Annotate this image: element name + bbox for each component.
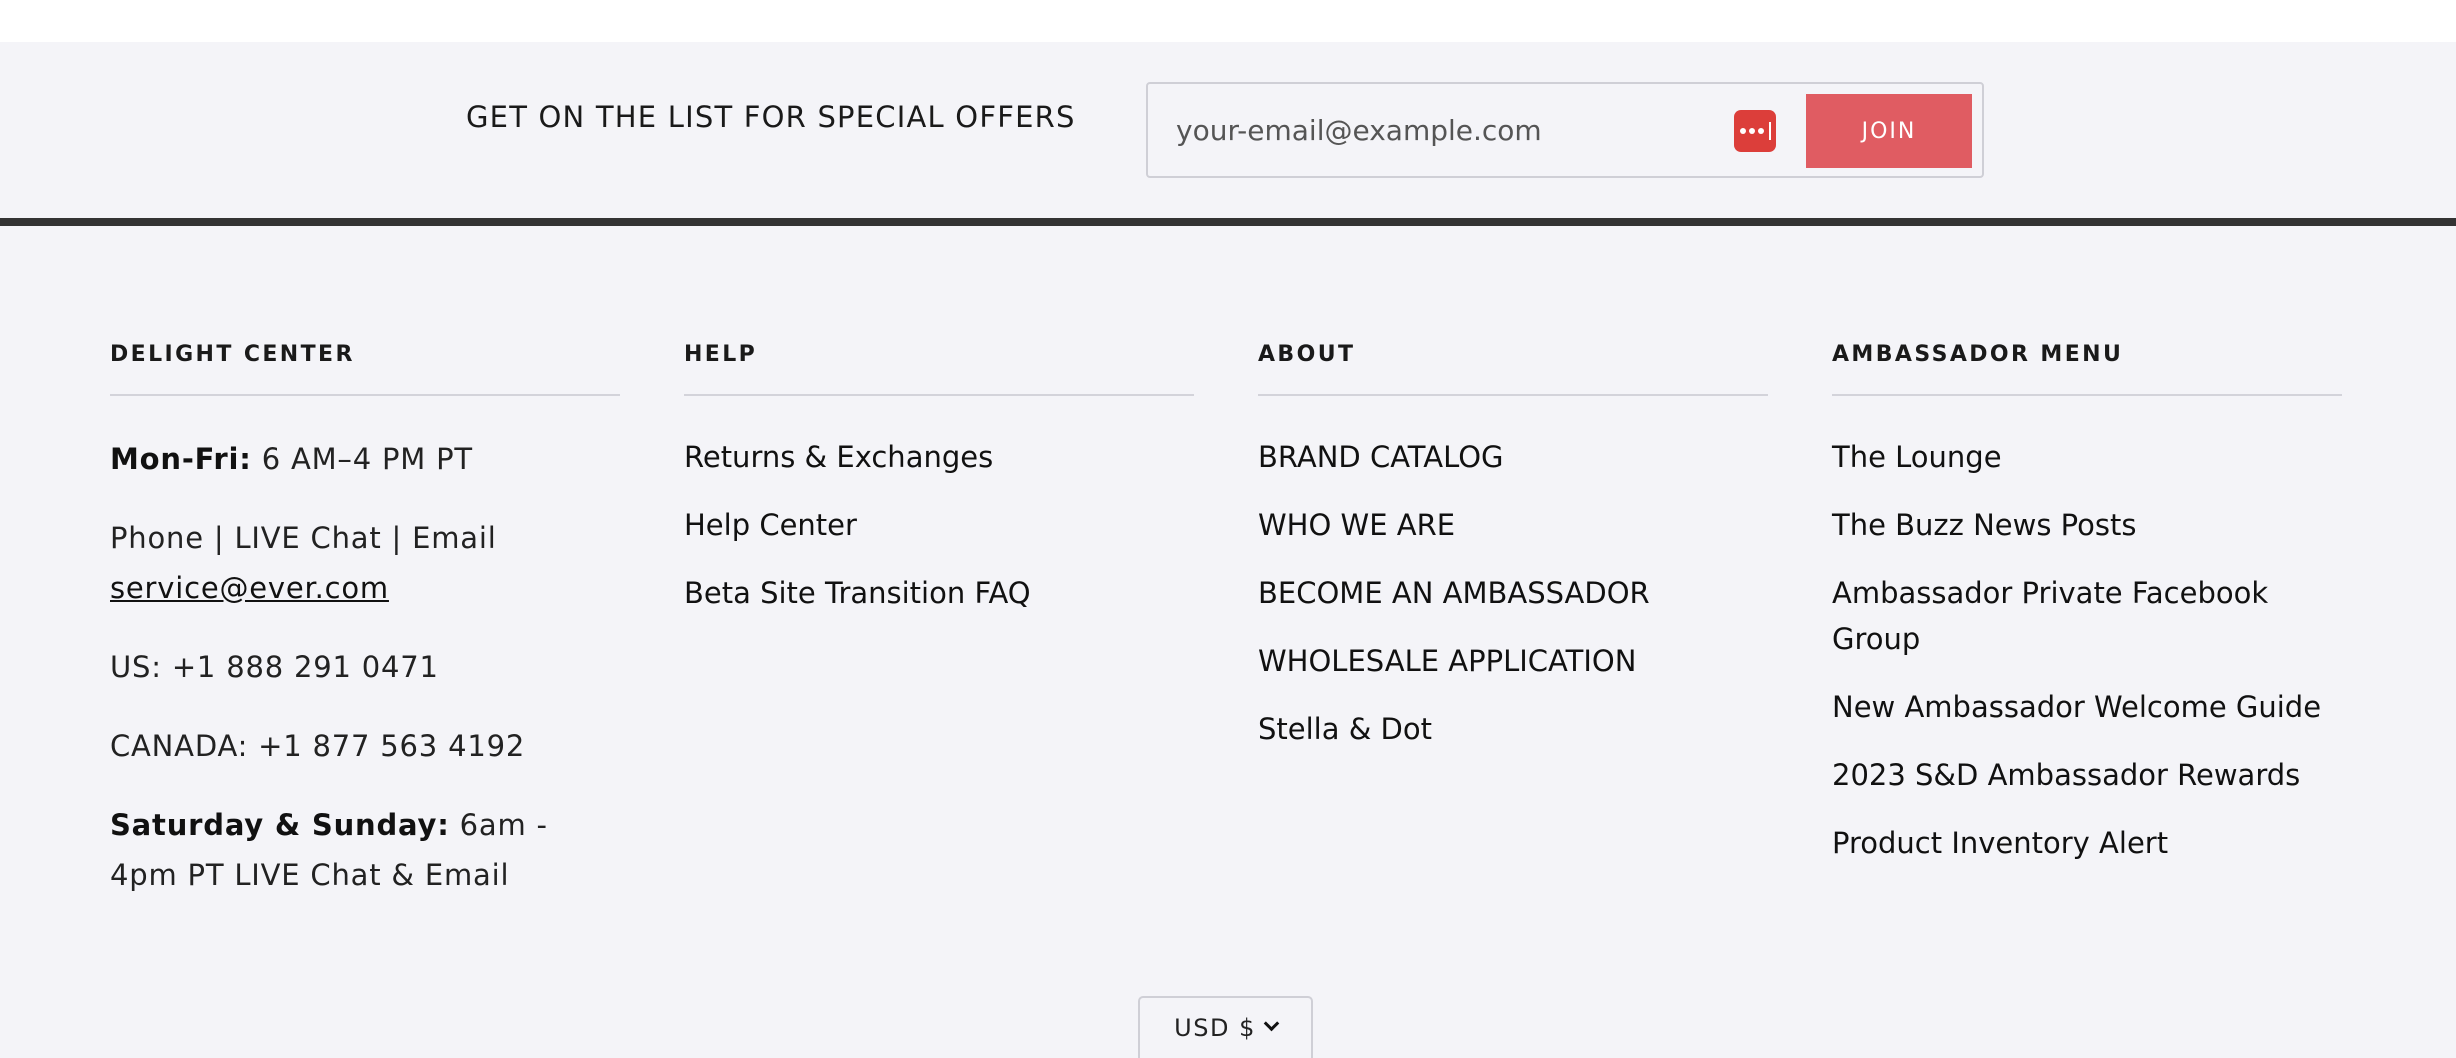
currency-value: USD $ bbox=[1174, 1014, 1256, 1042]
column-heading: ABOUT bbox=[1258, 342, 1356, 367]
hours-label: Mon-Fri: bbox=[110, 442, 252, 476]
weekend-hours: Saturday & Sunday: 6am - 4pm PT LIVE Cha… bbox=[110, 800, 610, 900]
link-wholesale-application[interactable]: WHOLESALE APPLICATION bbox=[1258, 644, 1636, 678]
ambassador-links: The Lounge The Buzz News Posts Ambassado… bbox=[1832, 434, 2342, 888]
list-item: BRAND CATALOG bbox=[1258, 434, 1768, 480]
help-links: Returns & Exchanges Help Center Beta Sit… bbox=[684, 434, 1194, 638]
link-ambassador-rewards[interactable]: 2023 S&D Ambassador Rewards bbox=[1832, 758, 2300, 792]
link-the-lounge[interactable]: The Lounge bbox=[1832, 440, 2002, 474]
list-item: Help Center bbox=[684, 502, 1194, 548]
weekday-hours: Mon-Fri: 6 AM–4 PM PT bbox=[110, 434, 620, 484]
link-inventory-alert[interactable]: Product Inventory Alert bbox=[1832, 826, 2168, 860]
top-strip bbox=[0, 0, 2456, 42]
link-who-we-are[interactable]: WHO WE ARE bbox=[1258, 508, 1455, 542]
hours-value: 6 AM–4 PM PT bbox=[251, 442, 473, 476]
chevron-down-icon bbox=[1263, 1015, 1280, 1032]
list-item: The Lounge bbox=[1832, 434, 2342, 480]
email-input[interactable] bbox=[1176, 104, 1716, 156]
section-divider bbox=[0, 218, 2456, 226]
list-item: Stella & Dot bbox=[1258, 706, 1768, 752]
column-heading: DELIGHT CENTER bbox=[110, 342, 355, 367]
us-phone: US: +1 888 291 0471 bbox=[110, 650, 439, 684]
list-item: Returns & Exchanges bbox=[684, 434, 1194, 480]
list-item: WHOLESALE APPLICATION bbox=[1258, 638, 1768, 684]
link-beta-site-faq[interactable]: Beta Site Transition FAQ bbox=[684, 576, 1031, 610]
channels-text: Phone | LIVE Chat | Email bbox=[110, 521, 497, 555]
link-welcome-guide[interactable]: New Ambassador Welcome Guide bbox=[1832, 690, 2321, 724]
newsletter-section: GET ON THE LIST FOR SPECIAL OFFERS JOIN bbox=[0, 42, 2456, 218]
column-heading: AMBASSADOR MENU bbox=[1832, 342, 2124, 367]
contact-channels: Phone | LIVE Chat | Email service@ever.c… bbox=[110, 513, 620, 613]
link-become-ambassador[interactable]: BECOME AN AMBASSADOR bbox=[1258, 576, 1650, 610]
link-buzz-news-posts[interactable]: The Buzz News Posts bbox=[1832, 508, 2136, 542]
site-footer: DELIGHT CENTER Mon-Fri: 6 AM–4 PM PT Pho… bbox=[0, 226, 2456, 1058]
weekend-label: Saturday & Sunday: bbox=[110, 808, 450, 842]
column-heading: HELP bbox=[684, 342, 758, 367]
service-email-link[interactable]: service@ever.com bbox=[110, 571, 389, 605]
newsletter-form: JOIN bbox=[1146, 82, 1984, 178]
join-button[interactable]: JOIN bbox=[1806, 94, 1972, 168]
list-item: 2023 S&D Ambassador Rewards bbox=[1832, 752, 2342, 798]
column-divider bbox=[1832, 394, 2342, 396]
list-item: WHO WE ARE bbox=[1258, 502, 1768, 548]
link-brand-catalog[interactable]: BRAND CATALOG bbox=[1258, 440, 1504, 474]
column-divider bbox=[110, 394, 620, 396]
list-item: Product Inventory Alert bbox=[1832, 820, 2342, 866]
link-help-center[interactable]: Help Center bbox=[684, 508, 857, 542]
link-returns-exchanges[interactable]: Returns & Exchanges bbox=[684, 440, 993, 474]
list-item: BECOME AN AMBASSADOR bbox=[1258, 570, 1768, 616]
canada-phone: CANADA: +1 877 563 4192 bbox=[110, 729, 526, 763]
list-item: Ambassador Private Facebook Group bbox=[1832, 570, 2342, 662]
column-divider bbox=[1258, 394, 1768, 396]
about-links: BRAND CATALOG WHO WE ARE BECOME AN AMBAS… bbox=[1258, 434, 1768, 774]
password-manager-icon[interactable] bbox=[1734, 110, 1776, 152]
link-stella-dot[interactable]: Stella & Dot bbox=[1258, 712, 1432, 746]
currency-selector[interactable]: USD $ bbox=[1138, 996, 1313, 1058]
column-divider bbox=[684, 394, 1194, 396]
newsletter-title: GET ON THE LIST FOR SPECIAL OFFERS bbox=[466, 100, 1076, 134]
list-item: Beta Site Transition FAQ bbox=[684, 570, 1194, 616]
link-private-facebook-group[interactable]: Ambassador Private Facebook Group bbox=[1832, 576, 2268, 656]
list-item: New Ambassador Welcome Guide bbox=[1832, 684, 2342, 730]
list-item: The Buzz News Posts bbox=[1832, 502, 2342, 548]
